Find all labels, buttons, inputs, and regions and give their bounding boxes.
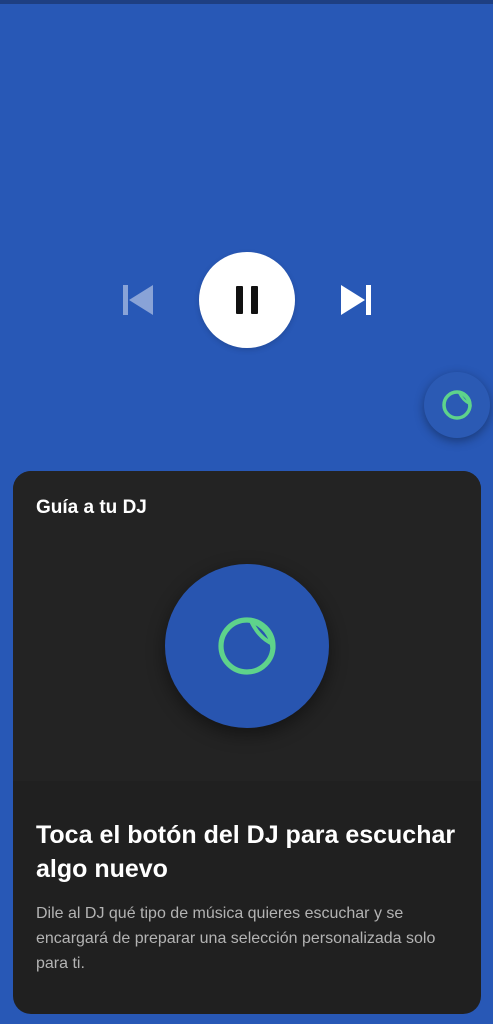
status-bar-edge <box>0 0 493 4</box>
dj-icon <box>442 390 472 420</box>
playback-controls <box>0 252 493 348</box>
pause-button[interactable] <box>199 252 295 348</box>
previous-track-button[interactable] <box>118 280 158 320</box>
card-description: Dile al DJ qué tipo de música quieres es… <box>36 905 436 972</box>
skip-previous-icon <box>123 285 153 315</box>
card-heading: Guía a tu DJ <box>36 497 147 518</box>
dj-button[interactable] <box>424 372 490 438</box>
now-playing-screen: Guía a tu DJ Toca el botón del DJ para e… <box>0 0 493 1024</box>
dj-guide-card: Guía a tu DJ Toca el botón del DJ para e… <box>13 471 481 1014</box>
pause-icon <box>236 286 258 314</box>
next-track-button[interactable] <box>336 280 376 320</box>
dj-illustration-button[interactable] <box>165 564 329 728</box>
skip-next-icon <box>341 285 371 315</box>
dj-icon <box>218 617 276 675</box>
card-title: Toca el botón del DJ para escuchar algo … <box>36 821 456 883</box>
